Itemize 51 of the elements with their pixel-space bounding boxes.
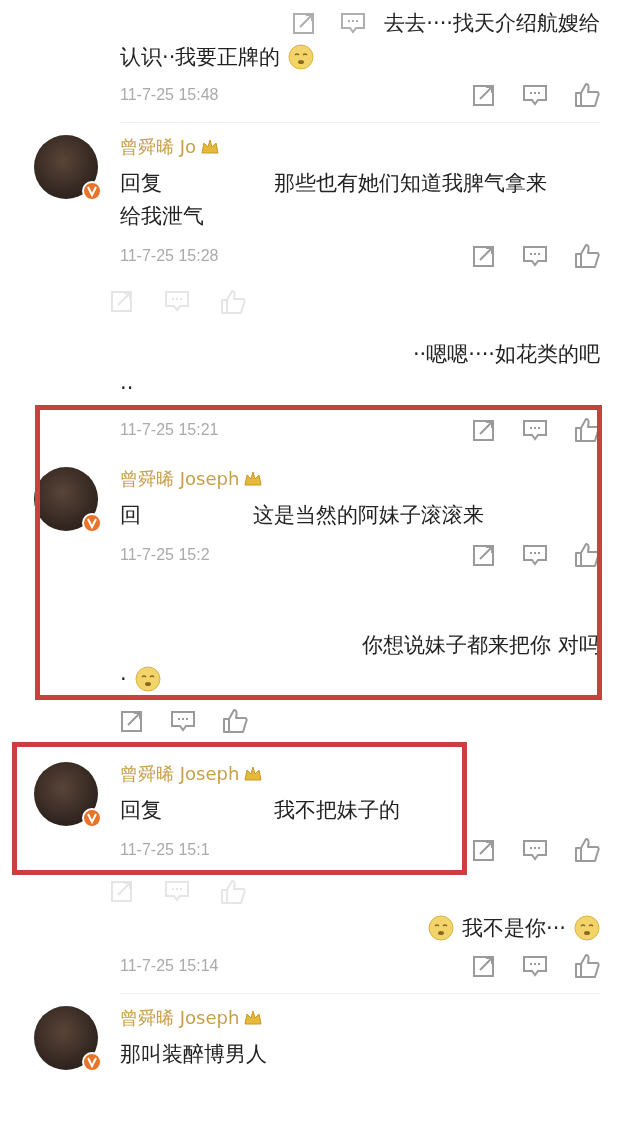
thumbs-up-icon[interactable] [574,417,600,443]
thumbs-up-icon[interactable] [574,82,600,108]
crown-icon [243,1008,264,1028]
timestamp: 11-7-25 15:48 [120,86,219,104]
timestamp: 11-7-25 15:21 [120,421,219,439]
user-name[interactable]: 曾舜晞 Jo [120,135,197,159]
comment-icon[interactable] [522,244,548,268]
user-name[interactable]: 曾舜晞 Joseph [120,762,240,786]
comment-text: ··嗯嗯····如花类的吧 [412,341,600,368]
user-name[interactable]: 曾舜晞 Joseph [120,1006,240,1030]
thumbs-up-icon[interactable] [574,542,600,568]
comment-text: 那叫装醉博男人 [120,1041,268,1068]
verified-badge-icon [82,513,102,533]
edit-icon[interactable] [472,954,496,978]
comment-text: 认识··我要正牌的 [120,44,281,71]
timestamp: 11-7-25 15:1 [120,841,210,859]
timestamp: 11-7-25 15:28 [120,247,219,265]
edit-icon[interactable] [472,543,496,567]
comment-icon[interactable] [522,954,548,978]
comment-text: 回复 我不把妹子的 [120,797,401,824]
comment-icon[interactable] [340,11,367,35]
comment-icon[interactable] [522,418,548,442]
edit-icon[interactable] [472,838,496,862]
verified-badge-icon [82,181,102,201]
edit-icon[interactable] [472,418,496,442]
thumbs-up-icon[interactable] [574,837,600,863]
comment-icon[interactable] [522,543,548,567]
thumbs-up-icon[interactable] [574,953,600,979]
comment-icon[interactable] [522,83,548,107]
comment-text: 我不是你··· [461,915,566,942]
comment-icon[interactable] [522,838,548,862]
edit-icon[interactable] [472,83,496,107]
crown-icon [243,764,264,784]
comment-text: 回复 那些也有她们知道我脾气拿来给我泄气 [120,170,548,230]
user-name[interactable]: 曾舜晞 Joseph [120,467,240,491]
timestamp: 11-7-25 15:14 [120,957,219,975]
comment-text: ·· [120,375,134,402]
edit-icon[interactable] [120,709,144,733]
verified-badge-icon [82,808,102,828]
edit-icon[interactable] [292,11,317,35]
comment-text: 回 这是当然的阿妹子滚滚来 [120,502,485,529]
comment-icon[interactable] [170,709,196,733]
verified-badge-icon [82,1052,102,1072]
comment-text: 去去····找天介绍航嫂给 [384,10,600,37]
comment-text: · [120,666,127,693]
thumbs-up-icon[interactable] [574,243,600,269]
edit-icon[interactable] [472,244,496,268]
crown-icon [200,137,221,157]
timestamp: 11-7-25 15:2 [120,546,210,564]
crown-icon [243,469,264,489]
thumbs-up-icon[interactable] [222,708,248,734]
